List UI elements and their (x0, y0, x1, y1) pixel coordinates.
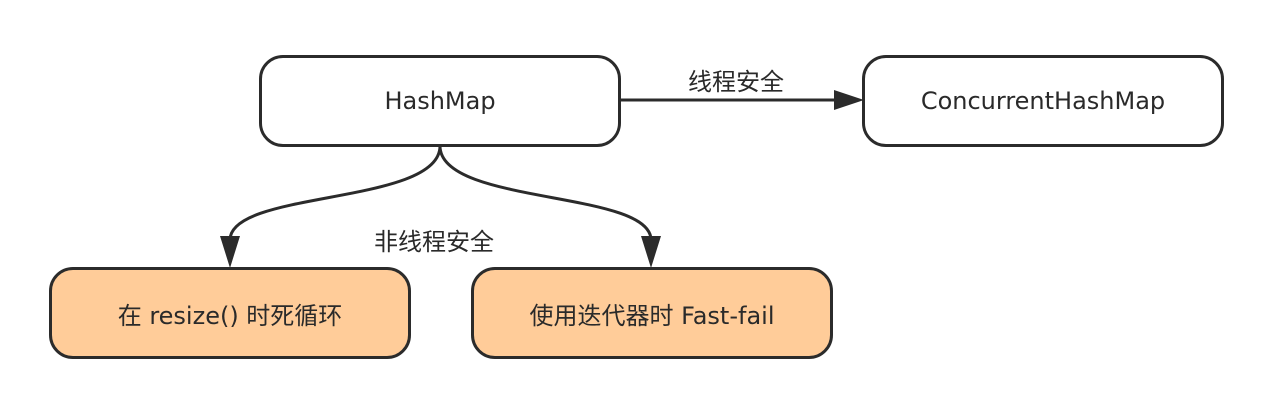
edge-label-not-thread-safe: 非线程安全 (374, 228, 494, 256)
edge-label-thread-safe: 线程安全 (688, 68, 784, 96)
node-concurrent-hashmap: ConcurrentHashMap (862, 55, 1224, 147)
edge-thread-safe-arrowhead (834, 90, 864, 110)
node-concurrent-hashmap-label: ConcurrentHashMap (920, 87, 1166, 115)
edge-to-resize-arrowhead (220, 236, 240, 268)
edge-to-fastfail-arrowhead (641, 236, 661, 268)
node-resize-deadloop: 在 resize() 时死循环 (49, 267, 411, 359)
node-resize-deadloop-label: 在 resize() 时死循环 (117, 301, 343, 330)
node-iterator-fast-fail-label: 使用迭代器时 Fast-fail (529, 301, 775, 330)
node-iterator-fast-fail: 使用迭代器时 Fast-fail (471, 267, 833, 359)
node-hashmap: HashMap (259, 55, 621, 147)
node-hashmap-label: HashMap (384, 87, 496, 115)
